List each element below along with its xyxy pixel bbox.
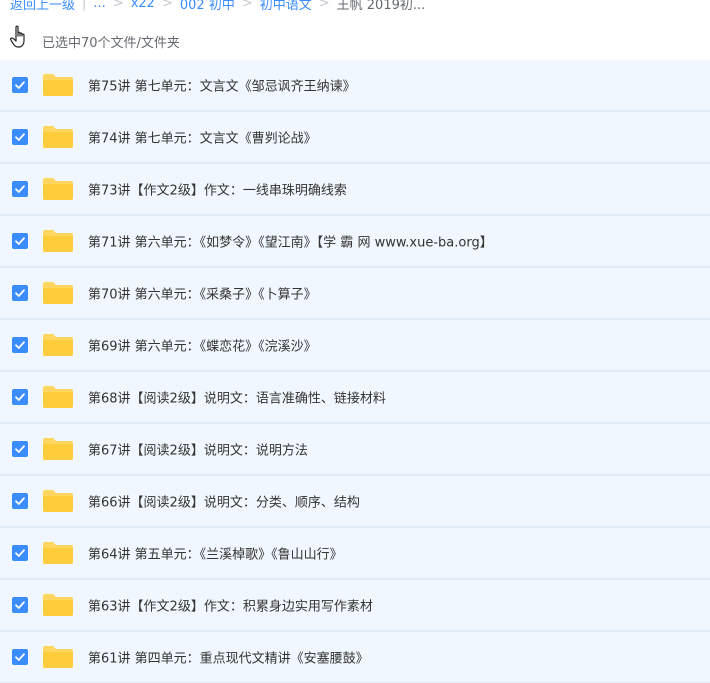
file-row[interactable]: 第75讲 第七单元：文言文《邹忌讽齐王纳谏》 (0, 60, 710, 112)
breadcrumb-item-x22[interactable]: x22 (131, 0, 155, 11)
row-checkbox[interactable] (12, 389, 28, 405)
folder-icon (43, 74, 73, 96)
file-row[interactable]: 第68讲【阅读2级】说明文：语言准确性、链接材料 (0, 372, 710, 424)
file-name[interactable]: 第64讲 第五单元：《兰溪棹歌》《鲁山山行》 (88, 544, 343, 563)
file-name[interactable]: 第67讲【阅读2级】说明文：说明方法 (88, 440, 308, 459)
folder-icon (43, 386, 73, 408)
row-checkbox[interactable] (12, 545, 28, 561)
breadcrumb: 返回上一级 | ... > x22 > 002 初中 > 初中语文 > 王帆 2… (10, 0, 425, 13)
check-icon (15, 341, 25, 349)
file-row[interactable]: 第66讲【阅读2级】说明文：分类、顺序、结构 (0, 476, 710, 528)
row-checkbox[interactable] (12, 129, 28, 145)
file-name[interactable]: 第71讲 第六单元：《如梦令》《望江南》【学 霸 网 www.xue-ba.or… (88, 232, 493, 251)
check-icon (15, 289, 25, 297)
check-icon (15, 497, 25, 505)
folder-icon (43, 230, 73, 252)
folder-icon (43, 126, 73, 148)
check-icon (15, 133, 25, 141)
file-row[interactable]: 第64讲 第五单元：《兰溪棹歌》《鲁山山行》 (0, 528, 710, 580)
file-browser: 返回上一级 | ... > x22 > 002 初中 > 初中语文 > 王帆 2… (0, 0, 710, 683)
file-name[interactable]: 第73讲【作文2级】作文：一线串珠明确线索 (88, 180, 347, 199)
check-icon (15, 549, 25, 557)
breadcrumb-item-chinese[interactable]: 初中语文 (260, 0, 312, 13)
breadcrumb-separator: | (82, 0, 87, 11)
breadcrumb-back-link[interactable]: 返回上一级 (10, 0, 75, 13)
file-list: 第75讲 第七单元：文言文《邹忌讽齐王纳谏》 第74讲 第七单元：文言文《曹刿论… (0, 60, 710, 683)
hand-cursor-icon (10, 25, 25, 48)
folder-icon (43, 646, 73, 668)
file-name[interactable]: 第66讲【阅读2级】说明文：分类、顺序、结构 (88, 492, 360, 511)
file-row[interactable]: 第73讲【作文2级】作文：一线串珠明确线索 (0, 164, 710, 216)
file-name[interactable]: 第68讲【阅读2级】说明文：语言准确性、链接材料 (88, 388, 386, 407)
file-name[interactable]: 第61讲 第四单元：重点现代文精讲《安塞腰鼓》 (88, 648, 369, 667)
row-checkbox[interactable] (12, 597, 28, 613)
folder-icon (43, 542, 73, 564)
file-name[interactable]: 第63讲【作文2级】作文：积累身边实用写作素材 (88, 596, 373, 615)
folder-icon (43, 490, 73, 512)
breadcrumb-ellipsis[interactable]: ... (93, 0, 105, 11)
breadcrumb-chevron-icon: > (161, 0, 173, 11)
row-checkbox[interactable] (12, 337, 28, 353)
file-row[interactable]: 第63讲【作文2级】作文：积累身边实用写作素材 (0, 580, 710, 632)
check-icon (15, 445, 25, 453)
file-name[interactable]: 第75讲 第七单元：文言文《邹忌讽齐王纳谏》 (88, 76, 356, 95)
file-row[interactable]: 第74讲 第七单元：文言文《曹刿论战》 (0, 112, 710, 164)
breadcrumb-chevron-icon: > (112, 0, 124, 11)
row-checkbox[interactable] (12, 233, 28, 249)
folder-icon (43, 594, 73, 616)
breadcrumb-chevron-icon: > (241, 0, 253, 11)
check-icon (15, 185, 25, 193)
check-icon (15, 237, 25, 245)
row-checkbox[interactable] (12, 285, 28, 301)
check-icon (15, 653, 25, 661)
breadcrumb-chevron-icon: > (318, 0, 330, 11)
row-checkbox[interactable] (12, 649, 28, 665)
file-row[interactable]: 第69讲 第六单元：《蝶恋花》《浣溪沙》 (0, 320, 710, 372)
row-checkbox[interactable] (12, 441, 28, 457)
file-name[interactable]: 第69讲 第六单元：《蝶恋花》《浣溪沙》 (88, 336, 317, 355)
row-checkbox[interactable] (12, 493, 28, 509)
breadcrumb-item-002[interactable]: 002 初中 (180, 0, 235, 13)
file-row[interactable]: 第67讲【阅读2级】说明文：说明方法 (0, 424, 710, 476)
breadcrumb-current: 王帆 2019初... (336, 0, 426, 13)
file-name[interactable]: 第70讲 第六单元：《采桑子》《卜算子》 (88, 284, 317, 303)
check-icon (15, 81, 25, 89)
file-row[interactable]: 第70讲 第六单元：《采桑子》《卜算子》 (0, 268, 710, 320)
check-icon (15, 601, 25, 609)
folder-icon (43, 282, 73, 304)
selection-count: 已选中70个文件/文件夹 (42, 36, 180, 51)
folder-icon (43, 334, 73, 356)
folder-icon (43, 178, 73, 200)
folder-icon (43, 438, 73, 460)
row-checkbox[interactable] (12, 77, 28, 93)
file-name[interactable]: 第74讲 第七单元：文言文《曹刿论战》 (88, 128, 317, 147)
check-icon (15, 393, 25, 401)
file-row[interactable]: 第61讲 第四单元：重点现代文精讲《安塞腰鼓》 (0, 632, 710, 683)
file-row[interactable]: 第71讲 第六单元：《如梦令》《望江南》【学 霸 网 www.xue-ba.or… (0, 216, 710, 268)
row-checkbox[interactable] (12, 181, 28, 197)
